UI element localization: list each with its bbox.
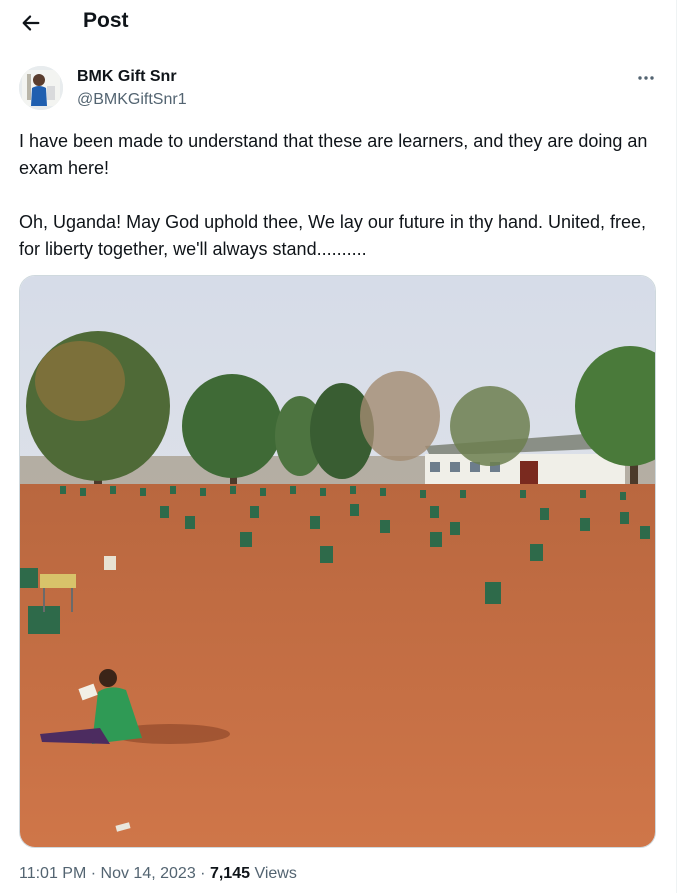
back-button[interactable] (16, 8, 46, 38)
photo-exam-outdoors (20, 276, 655, 847)
post-time[interactable]: 11:01 PM (19, 865, 86, 882)
meta-separator: · (90, 865, 97, 882)
avatar-image (19, 66, 63, 110)
author-display-name[interactable]: BMK Gift Snr (77, 68, 177, 86)
views-label: Views (254, 865, 297, 882)
post-photo[interactable] (19, 275, 656, 848)
post-text-paragraph-2: Oh, Uganda! May God uphold thee, We lay … (19, 212, 647, 259)
author-handle[interactable]: @BMKGiftSnr1 (77, 91, 187, 109)
post-meta: 11:01 PM · Nov 14, 2023 · 7,145 Views (19, 865, 297, 883)
views-count: 7,145 (209, 865, 250, 882)
top-bar: Post (0, 0, 676, 45)
post-date[interactable]: Nov 14, 2023 (101, 865, 196, 882)
arrow-left-icon (22, 15, 40, 31)
post-text-paragraph-1: I have been made to understand that thes… (19, 131, 648, 178)
more-horizontal-icon (638, 76, 654, 80)
more-button[interactable] (634, 66, 658, 90)
avatar[interactable] (19, 66, 63, 110)
page-title: Post (83, 9, 129, 32)
meta-separator-2: · (200, 865, 206, 882)
